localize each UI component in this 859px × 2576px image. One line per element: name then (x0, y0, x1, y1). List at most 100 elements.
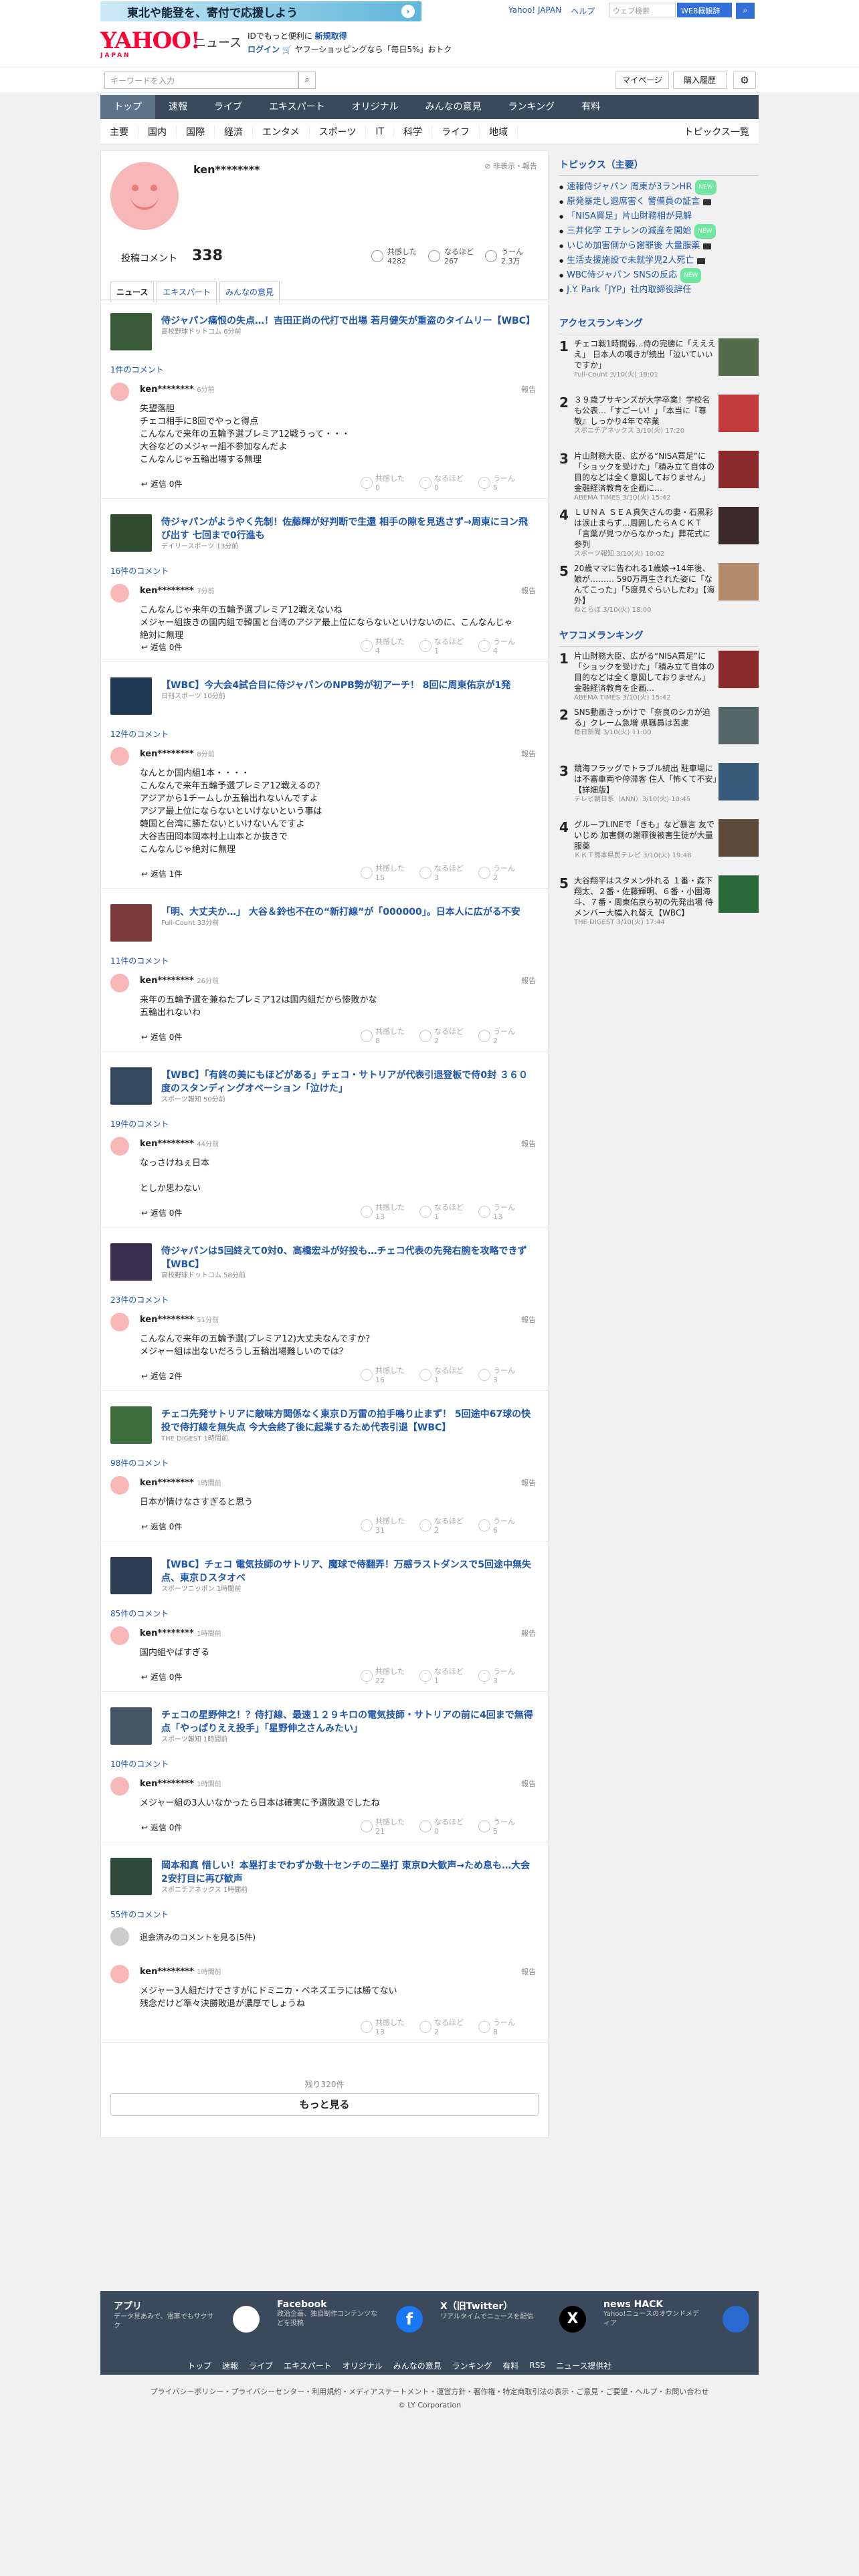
footer-link[interactable]: トップ (187, 2360, 211, 2371)
article-title[interactable]: 侍ジャパンは5回終えて0対0、高橋宏斗が好投も…チェコ代表の先発右腕を攻略できず… (161, 1245, 536, 1281)
signup-link[interactable]: 新規取得 (315, 31, 347, 41)
article-thumbnail[interactable] (110, 1858, 152, 1895)
article-title[interactable]: 岡本和真 惜しい！本塁打までわずか数十センチの二塁打 東京D大歓声→ため息も…大… (161, 1859, 536, 1895)
subnav-main[interactable]: 主要 (100, 124, 138, 138)
article-thumbnail[interactable] (110, 1067, 152, 1105)
reaction-agree[interactable]: 共感した 21 (361, 1818, 405, 1836)
comment-count-link[interactable]: 11件のコメント (110, 955, 169, 966)
footer-link[interactable]: ランキング (452, 2360, 492, 2371)
report-link[interactable]: 報告 (521, 1138, 536, 1149)
report-link[interactable]: 報告 (521, 1778, 536, 1789)
reaction-hmm[interactable]: なるほど 1 (419, 637, 464, 656)
legal-links[interactable]: プライバシーポリシー・プライバシーセンター・利用規約・メディアステートメント・運… (100, 2386, 759, 2397)
report-link[interactable]: 報告 (521, 384, 536, 395)
search-icon[interactable]: ⌕ (736, 3, 755, 19)
footer-link[interactable]: ライブ (249, 2360, 273, 2371)
footer-x[interactable]: X（旧Twitter） リアルタイムでニュースを配信 X (440, 2299, 594, 2333)
report-link[interactable]: 報告 (521, 1628, 536, 1638)
footer-app[interactable]: アプリ データ見あみで、電車でもサクサク (114, 2299, 268, 2333)
topic-item[interactable]: ● いじめ加害側から謝罪後 大量服薬 (559, 239, 759, 253)
reaction-hmm[interactable]: なるほど 1 (419, 1366, 464, 1385)
banner[interactable]: 東北や能登を、寄付で応援しよう › (100, 1, 421, 21)
comment-count-link[interactable]: 23件のコメント (110, 1294, 169, 1305)
keyword-input[interactable]: キーワードを入力 (104, 72, 298, 89)
article-thumbnail[interactable] (110, 1557, 152, 1594)
nav-opinion[interactable]: みんなの意見 (412, 95, 495, 119)
topic-item[interactable]: ● 生活支援施設で未就学児2人死亡 (559, 253, 759, 268)
nav-live[interactable]: ライブ (201, 95, 256, 119)
article-title[interactable]: チェコ先発サトリアに敵味方関係なく東京Ｄ万雷の拍手鳴り止まず！ 5回途中67球の… (161, 1408, 536, 1444)
reaction-uun[interactable]: うーん 13 (478, 1203, 515, 1222)
subnav-it[interactable]: IT (366, 126, 395, 137)
ranking-item[interactable]: 5 20歳ママに告われる1歳娘→14年後、娘が……… 590万再生された姿に「なん… (559, 563, 759, 619)
reaction-agree[interactable]: 共感した 0 (361, 474, 405, 493)
reply-button[interactable]: ↩ 返信 0件 (141, 1822, 182, 1833)
article-thumbnail[interactable] (110, 1243, 152, 1281)
purchase-history-button[interactable]: 購入履歴 (673, 72, 727, 89)
subnav-entertainment[interactable]: エンタメ (253, 124, 310, 138)
privacy-report-link[interactable]: ⊘ 非表示・報告 (484, 160, 537, 171)
news-logo-text[interactable]: ニュース (194, 33, 242, 51)
reaction-hmm[interactable]: なるほど 2 (419, 2018, 464, 2037)
article-thumbnail[interactable] (110, 677, 152, 715)
article-thumbnail[interactable] (110, 1406, 152, 1444)
footer-newshack[interactable]: news HACK Yahoo!ニュースのオウンドメディア (603, 2299, 757, 2333)
comment-count-link[interactable]: 55件のコメント (110, 1909, 169, 1920)
reaction-agree[interactable]: 共感した 31 (361, 1517, 405, 1535)
reaction-uun[interactable]: うーん 4 (478, 637, 515, 656)
comment-count-link[interactable]: 85件のコメント (110, 1608, 169, 1619)
topic-item[interactable]: ● 「NISA買足」片山財務相が見解 (559, 209, 759, 224)
web-search-input[interactable]: ウェブ検索 (609, 3, 676, 17)
reaction-uun[interactable]: うーん 5 (478, 474, 515, 493)
report-link[interactable]: 報告 (521, 1314, 536, 1325)
nav-breaking[interactable]: 速報 (155, 95, 201, 119)
reaction-uun[interactable]: うーん 2 (478, 1027, 515, 1046)
article-title[interactable]: 侍ジャパンがようやく先制！佐藤輝が好判断で生還 相手の隙を見逃さず→周東にヨン飛… (161, 516, 536, 552)
nav-original[interactable]: オリジナル (339, 95, 412, 119)
reaction-agree[interactable]: 共感した 4 (361, 637, 405, 656)
reaction-uun[interactable]: うーん 3 (478, 1667, 515, 1686)
topic-item[interactable]: ● 原発暴走し退席害く 警備員の証言 (559, 195, 759, 209)
footer-link[interactable]: 有料 (502, 2360, 518, 2371)
subnav-science[interactable]: 科学 (394, 124, 433, 138)
article-title[interactable]: 「明、大丈夫か…」 大谷＆鈴也不在の“新打線”が「000000」。日本人に広がる… (161, 905, 536, 928)
subnav-world[interactable]: 国際 (177, 124, 215, 138)
reply-button[interactable]: ↩ 返信 0件 (141, 478, 182, 490)
reaction-hmm[interactable]: なるほど 3 (419, 864, 464, 883)
ranking-item[interactable]: 4 グループLINEで「きも」など暴言 友でいじめ 加害側の謝罪後被害生徒が大量服… (559, 819, 759, 875)
article-title[interactable]: チェコの星野伸之！？侍打線、最速１２９キロの電気技師・サトリアの前に4回まで無得… (161, 1709, 536, 1745)
yahoo-japan-link[interactable]: Yahoo! JAPAN (508, 5, 561, 17)
article-title[interactable]: 【WBC】チェコ 電気技師のサトリア、魔球で侍翻弄！万感ラストダンスで5回途中無… (161, 1558, 536, 1594)
reaction-hmm[interactable]: なるほど 1 (419, 1203, 464, 1222)
gear-icon[interactable]: ⚙ (733, 72, 756, 89)
ranking-item[interactable]: 2 SNS動画きっかけで「奈良のシカが迫る」クレーム急増 県職員は苦慮 毎日新聞 3… (559, 707, 759, 763)
subnav-domestic[interactable]: 国内 (138, 124, 177, 138)
nav-paid[interactable]: 有料 (568, 95, 613, 119)
ranking-item[interactable]: 4 ＬＵＮＡ ＳＥＡ真矢さんの妻・石黒彩は涙止まらず…周囲したらＡＣＫＴ「言葉が見… (559, 507, 759, 563)
comment-count-link[interactable]: 98件のコメント (110, 1457, 169, 1469)
subnav-economy[interactable]: 経済 (215, 124, 253, 138)
reaction-hmm[interactable]: なるほど 2 (419, 1027, 464, 1046)
reaction-agree[interactable]: 共感した 13 (361, 2018, 405, 2037)
topics-heading[interactable]: トピックス（主要） (559, 158, 759, 176)
subnav-sports[interactable]: スポーツ (310, 124, 367, 138)
footer-link[interactable]: RSS (529, 2361, 545, 2370)
web-search-button[interactable]: WEB概観辞 (677, 3, 732, 17)
comment-count-link[interactable]: 1件のコメント (110, 364, 164, 375)
reaction-agree[interactable]: 共感した 22 (361, 1667, 405, 1686)
yahoo-logo[interactable]: YAHOO! (100, 29, 201, 52)
ranking-item[interactable]: 2 ３９歳ブサキンズが大学卒業！学校名も公表…「すごーい！」「本当に『尊敬』しっか… (559, 395, 759, 451)
subnav-local[interactable]: 地域 (480, 124, 518, 138)
search-icon[interactable]: ⌕ (298, 72, 316, 89)
article-thumbnail[interactable] (110, 514, 152, 552)
reply-button[interactable]: ↩ 返信 1件 (141, 868, 182, 879)
reply-button[interactable]: ↩ 返信 0件 (141, 641, 182, 653)
article-title[interactable]: 【WBC】「有終の美にもほどがある」チェコ・サトリアが代表引退登板で侍0封 ３６… (161, 1069, 536, 1105)
article-title[interactable]: 侍ジャパン痛恨の失点…！吉田正尚の代打で出場 若月健矢が重盗のタイムリー【WBC… (161, 314, 536, 337)
ranking-item[interactable]: 3 競海フラッグでトラブル続出 駐車場には不審車両や停滞客 住人「怖くて不安」【詳… (559, 763, 759, 819)
report-link[interactable]: 報告 (521, 1477, 536, 1488)
reaction-uun[interactable]: うーん 8 (478, 2018, 515, 2037)
article-thumbnail[interactable] (110, 313, 152, 350)
topics-list-link[interactable]: トピックス一覧 (674, 125, 759, 138)
report-link[interactable]: 報告 (521, 975, 536, 986)
